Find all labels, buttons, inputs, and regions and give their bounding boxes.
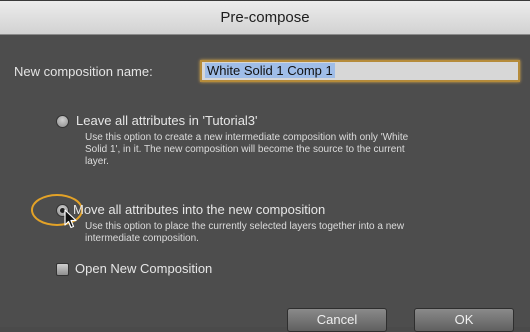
composition-name-value: White Solid 1 Comp 1 <box>205 63 335 78</box>
composition-name-input[interactable]: White Solid 1 Comp 1 <box>200 60 520 82</box>
cancel-button[interactable]: Cancel <box>287 308 387 332</box>
leave-attributes-radio[interactable] <box>56 115 69 128</box>
open-new-composition-label: Open New Composition <box>75 261 213 276</box>
dialog-title: Pre-compose <box>0 1 530 35</box>
open-new-composition-checkbox[interactable] <box>56 263 69 276</box>
move-attributes-label: Move all attributes into the new composi… <box>73 202 326 217</box>
leave-attributes-label: Leave all attributes in 'Tutorial3' <box>76 113 258 128</box>
ok-button[interactable]: OK <box>414 308 514 332</box>
composition-name-label: New composition name: <box>14 64 153 79</box>
move-attributes-description: Use this option to place the currently s… <box>85 221 405 244</box>
mouse-cursor-icon <box>64 209 77 229</box>
leave-attributes-description: Use this option to create a new intermed… <box>85 132 409 167</box>
precompose-dialog: Pre-compose New composition name: White … <box>0 0 530 332</box>
